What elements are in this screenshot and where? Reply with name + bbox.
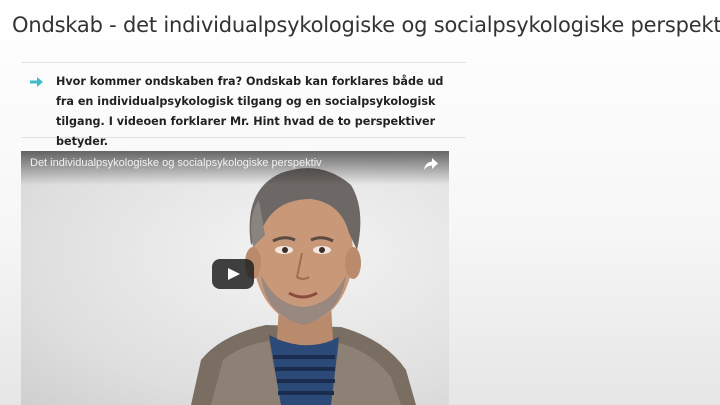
page-title: Ondskab - det individualpsykologiske og …	[12, 13, 720, 37]
intro-section: Hvor kommer ondskaben fra? Ondskab kan f…	[21, 62, 466, 148]
arrow-right-icon	[30, 77, 43, 87]
play-button[interactable]	[212, 259, 254, 289]
video-player[interactable]: Det individualpsykologiske og socialpsyk…	[21, 151, 449, 405]
share-icon[interactable]	[423, 157, 439, 171]
intro-text: Hvor kommer ondskaben fra? Ondskab kan f…	[56, 75, 444, 148]
video-header: Det individualpsykologiske og socialpsyk…	[21, 151, 449, 185]
play-icon	[228, 268, 240, 280]
video-title[interactable]: Det individualpsykologiske og socialpsyk…	[30, 157, 322, 169]
